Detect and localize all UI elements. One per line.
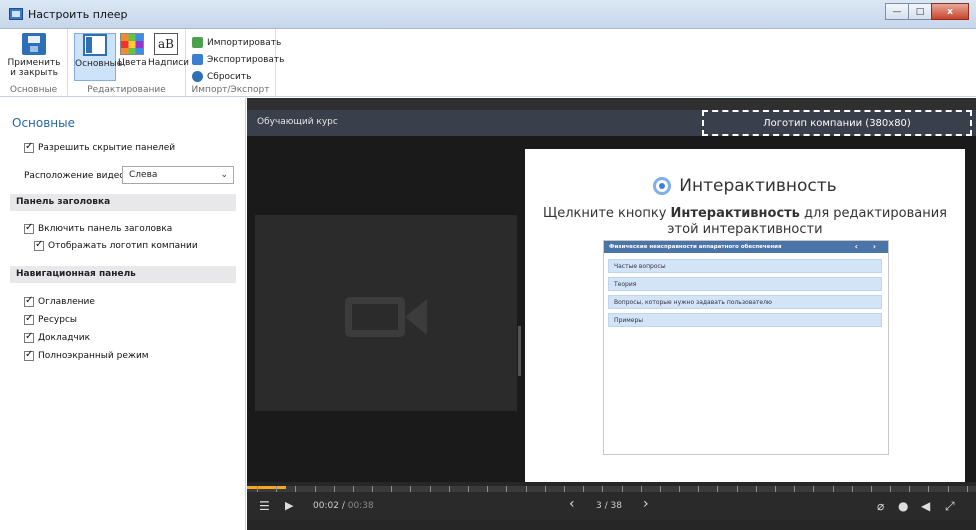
nav-item-checkbox[interactable]: Докладчик [24, 331, 90, 343]
slide: Интерактивность Щелкните кнопку Интеракт… [525, 149, 965, 482]
player-top-strip [247, 98, 976, 110]
video-camera-icon [345, 297, 405, 337]
apply-close-button[interactable]: Применить и закрыть [4, 33, 64, 78]
ribbon-group-label: Импорт/Экспорт [191, 85, 270, 95]
player-preview: Обучающий курс Логотип компании (380x80)… [247, 98, 976, 530]
reset-button[interactable]: Сбросить [192, 71, 251, 82]
course-title: Обучающий курс [257, 117, 338, 127]
allow-hide-panels-checkbox[interactable]: Разрешить скрытие панелей [24, 141, 175, 153]
player-controls: ☰ ▶ 00:02 / 00:38 ‹ 3 / 38 › ⌀ ● ◀ ⤢ [247, 492, 976, 520]
checkbox[interactable] [24, 295, 34, 307]
checkbox[interactable] [24, 313, 34, 325]
video-area [247, 136, 525, 482]
slide-area: Интерактивность Щелкните кнопку Интеракт… [525, 136, 976, 482]
close-button[interactable]: x [931, 3, 969, 20]
export-icon [192, 54, 203, 65]
ribbon-group-import: Импортировать Экспортировать Сбросить Им… [186, 29, 284, 97]
nav-item-checkbox[interactable]: Оглавление [24, 295, 95, 307]
window-controls: — □ x [885, 3, 969, 20]
ribbon-group-label: Редактирование [87, 85, 166, 95]
colors-button[interactable]: Цвета [118, 33, 147, 68]
checkbox[interactable] [24, 141, 34, 153]
checkbox[interactable] [24, 349, 34, 361]
video-placeholder [255, 215, 517, 411]
nav-item-checkbox[interactable]: Полноэкранный режим [24, 349, 149, 361]
ribbon: Применить и закрыть Основные Основные Цв… [0, 29, 976, 97]
app-icon [9, 8, 23, 20]
prev-slide-icon[interactable]: ‹ [569, 497, 575, 511]
resize-handle[interactable] [518, 326, 521, 376]
menu-icon[interactable]: ☰ [259, 499, 270, 513]
layout-icon [83, 34, 107, 56]
maximize-button[interactable]: □ [908, 3, 932, 20]
basic-tab-button[interactable]: Основные [74, 33, 122, 81]
interaction-panel-title: Физические неисправности аппаратного обе… [604, 241, 888, 253]
play-icon[interactable]: ▶ [285, 499, 293, 513]
volume-icon[interactable]: ◀ [921, 499, 930, 513]
video-position-select[interactable]: Слева ⌄ [122, 166, 234, 184]
video-position-label: Расположение видео: [24, 171, 128, 181]
ribbon-group-basic: Применить и закрыть Основные [0, 29, 68, 97]
slide-text-line: этой интерактивности [667, 222, 823, 237]
checkbox[interactable] [24, 331, 34, 343]
interaction-item[interactable]: Теория [608, 277, 882, 291]
interaction-item[interactable]: Частые вопросы [608, 259, 882, 273]
time-display: 00:02 / 00:38 [313, 501, 374, 511]
minimize-button[interactable]: — [885, 3, 909, 20]
export-button[interactable]: Экспортировать [192, 54, 284, 65]
title-bar: Настроить плеер — □ x [0, 0, 976, 29]
interaction-item[interactable]: Вопросы, которые нужно задавать пользова… [608, 295, 882, 309]
attachment-icon[interactable]: ⌀ [877, 499, 884, 513]
checkbox[interactable] [34, 239, 44, 251]
reset-icon [192, 71, 203, 82]
nav-panel-section: Навигационная панель [10, 266, 236, 283]
interaction-item[interactable]: Примеры [608, 313, 882, 327]
presenter-icon[interactable]: ● [898, 499, 908, 513]
show-logo-checkbox[interactable]: Отображать логотип компании [34, 239, 198, 251]
fullscreen-icon[interactable]: ⤢ [945, 499, 955, 513]
captions-button[interactable]: aB Надписи [148, 33, 189, 68]
nav-item-checkbox[interactable]: Ресурсы [24, 313, 77, 325]
ribbon-group-edit: Основные Цвета aB Надписи Редактирование [68, 29, 189, 97]
ribbon-group-label: Основные [9, 85, 58, 95]
timeline-progress [247, 486, 286, 489]
text-icon: aB [154, 33, 178, 55]
settings-panel: Основные Разрешить скрытие панелей Распо… [0, 98, 246, 530]
video-camera-lens-icon [405, 299, 427, 335]
company-logo-placeholder[interactable]: Логотип компании (380x80) [702, 110, 972, 136]
course-title-bar: Обучающий курс Логотип компании (380x80) [247, 110, 976, 136]
window-title: Настроить плеер [28, 8, 128, 21]
next-slide-icon[interactable]: › [643, 497, 649, 511]
panel-title: Основные [12, 116, 76, 130]
import-icon [192, 37, 203, 48]
save-icon [22, 33, 46, 55]
checkbox[interactable] [24, 222, 34, 234]
chevron-down-icon: ⌄ [220, 170, 228, 180]
slide-heading: Интерактивность [525, 176, 965, 196]
enable-header-checkbox[interactable]: Включить панель заголовка [24, 222, 172, 234]
page-indicator: 3 / 38 [596, 501, 622, 511]
header-panel-section: Панель заголовка [10, 194, 236, 211]
panel-nav-arrows[interactable]: ‹ › [855, 242, 882, 251]
palette-icon [120, 33, 144, 55]
import-button[interactable]: Импортировать [192, 37, 281, 48]
interactivity-icon [653, 177, 672, 195]
interaction-panel: Физические неисправности аппаратного обе… [603, 240, 889, 455]
slide-text-line: Щелкните кнопку Интерактивность для реда… [543, 206, 947, 221]
